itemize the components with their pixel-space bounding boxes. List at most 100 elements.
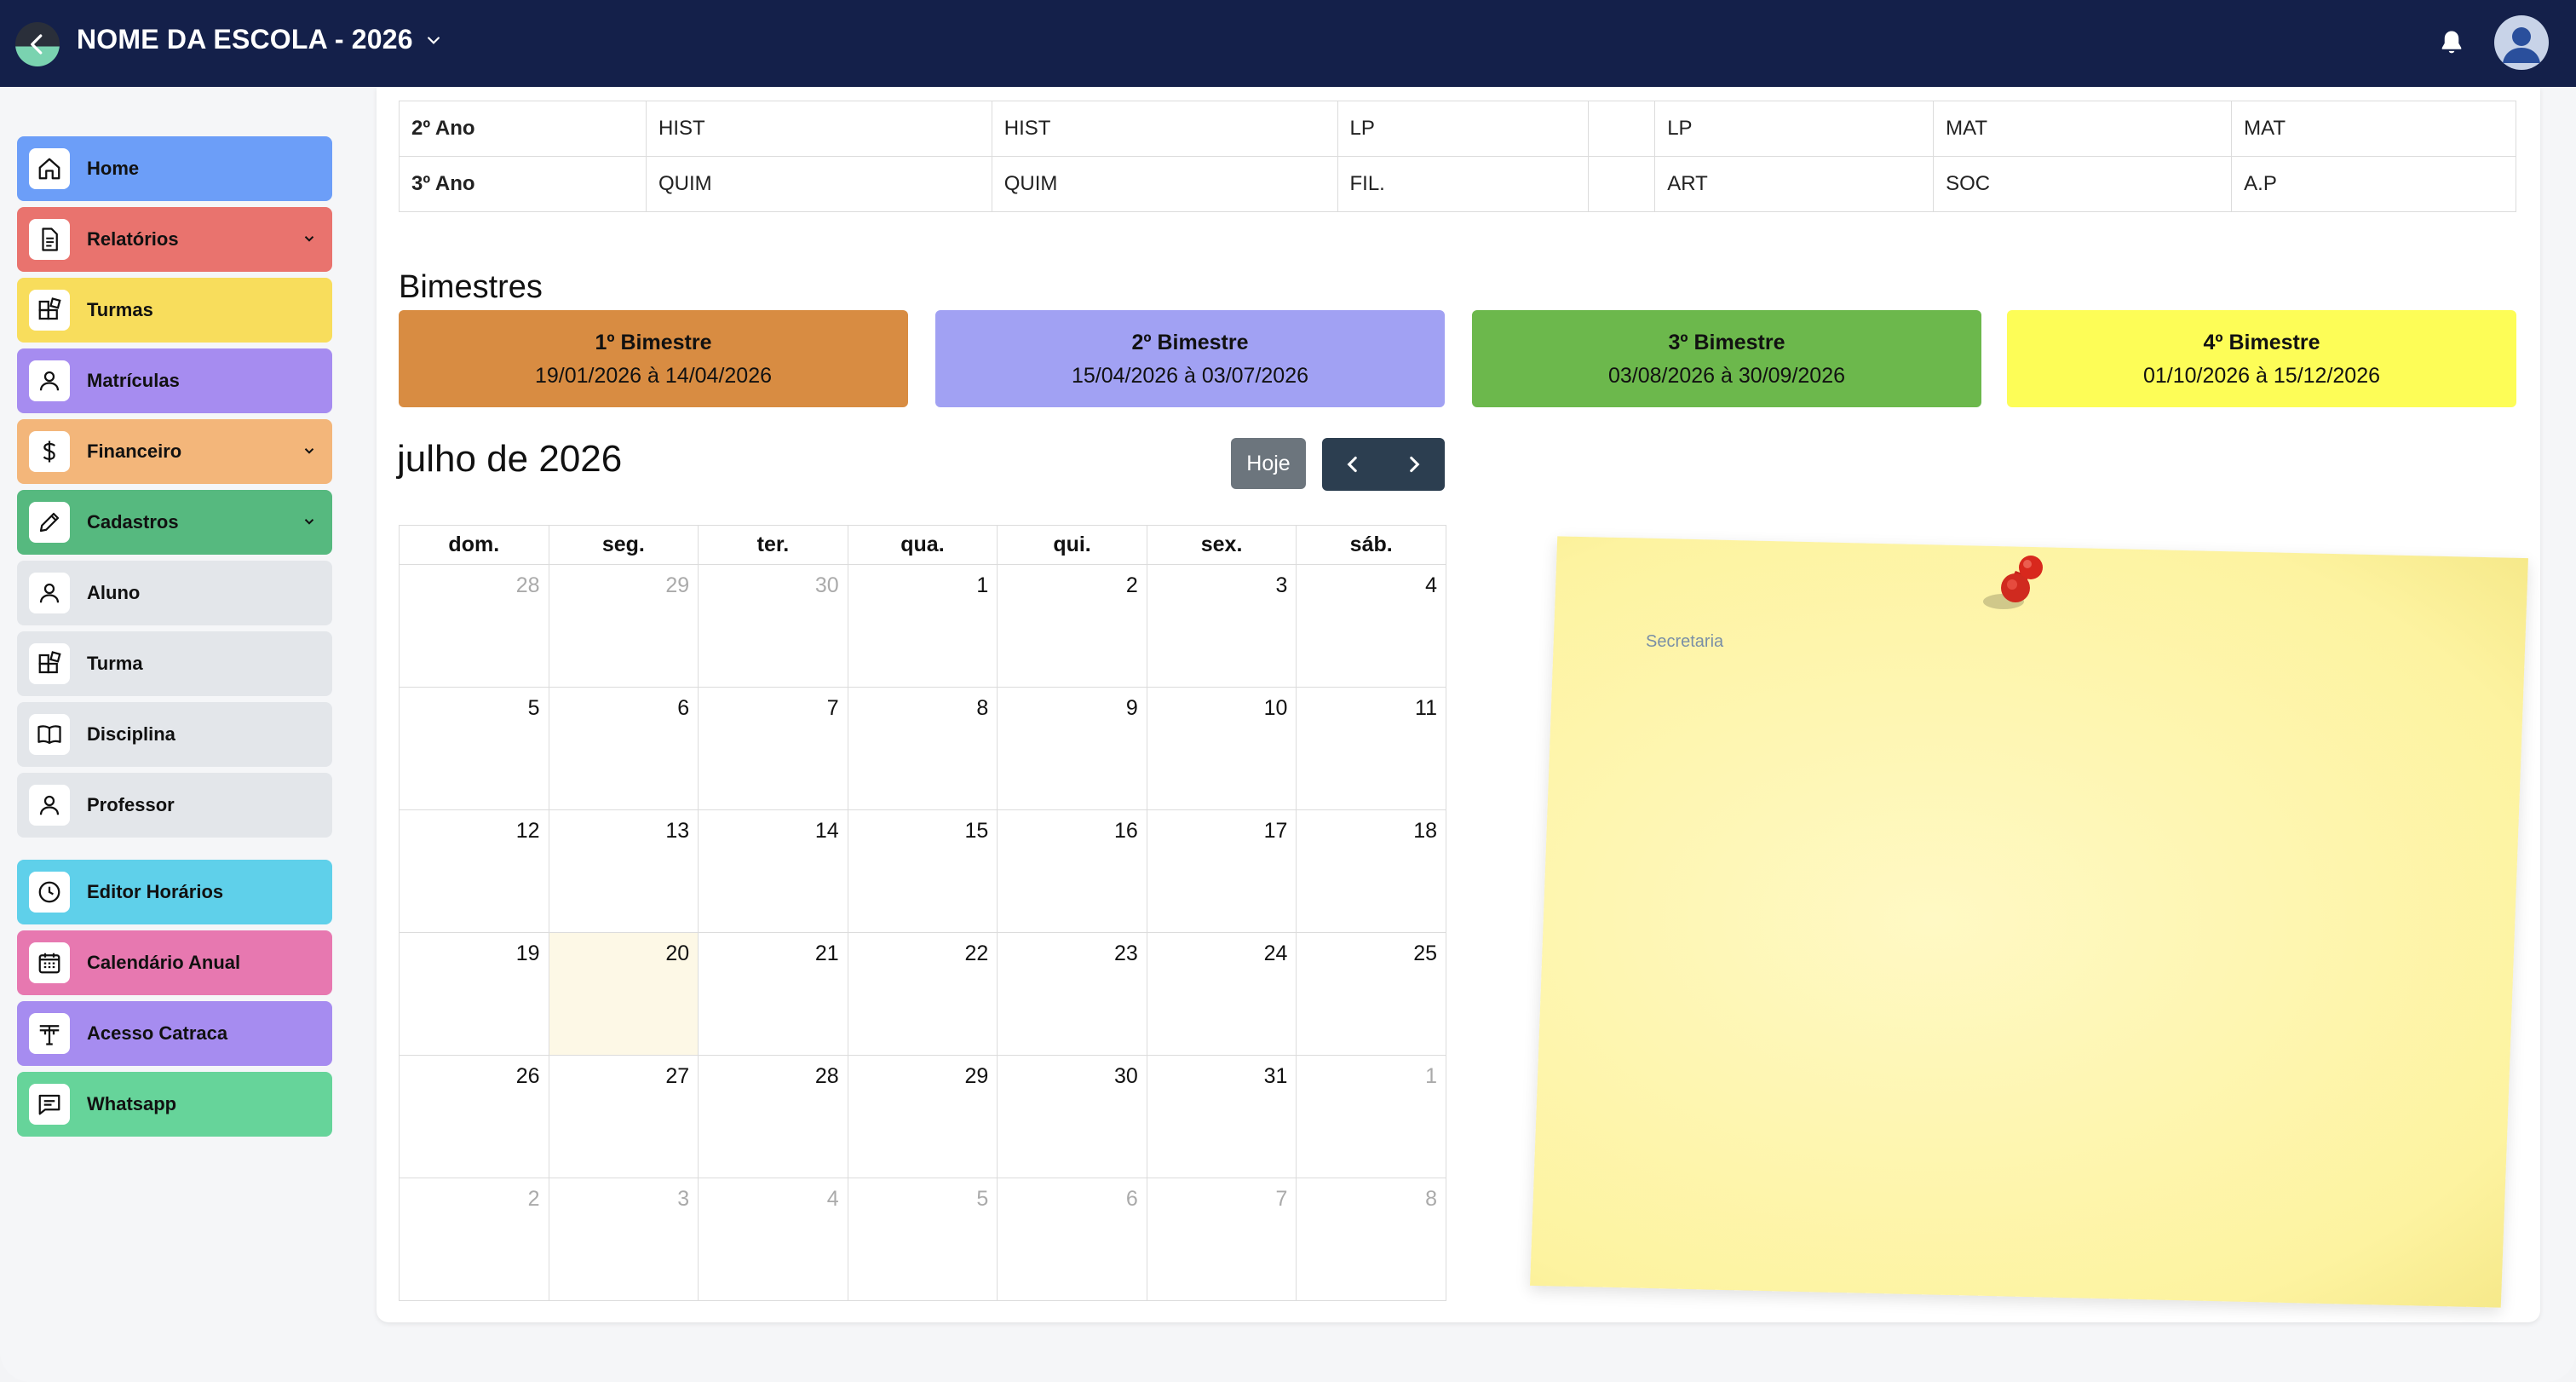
sidebar-item-editor-horarios[interactable]: Editor Horários <box>17 860 332 924</box>
app-title: NOME DA ESCOLA - 2026 <box>77 24 413 55</box>
calendar-day[interactable]: 10 <box>1146 687 1297 810</box>
table-cell: QUIM <box>991 156 1338 212</box>
calendar-day[interactable]: 18 <box>1296 809 1446 933</box>
calendar-day[interactable]: 23 <box>997 932 1147 1056</box>
document-icon <box>42 227 58 251</box>
calendar-day[interactable]: 12 <box>399 809 549 933</box>
calendar-day[interactable]: 29 <box>847 1055 998 1178</box>
sidebar-item-disciplina[interactable]: Disciplina <box>17 702 332 767</box>
table-cell <box>1587 101 1656 157</box>
pencil-icon <box>39 512 60 533</box>
calendar-day[interactable]: 15 <box>847 809 998 933</box>
calendar-day[interactable]: 26 <box>399 1055 549 1178</box>
sidebar-item-calendario-anual[interactable]: Calendário Anual <box>17 930 332 995</box>
bell-icon[interactable] <box>2436 27 2467 58</box>
sidebar-item-cadastros[interactable]: Cadastros <box>17 490 332 555</box>
sticky-note[interactable] <box>1530 536 2528 1308</box>
table-cell: MAT <box>1933 101 2233 157</box>
bimestre-card-3: 3º Bimestre 03/08/2026 à 30/09/2026 <box>1472 310 1981 407</box>
table-cell: HIST <box>646 101 992 157</box>
sidebar-item-whatsapp[interactable]: Whatsapp <box>17 1072 332 1137</box>
calendar-day[interactable]: 6 <box>548 687 699 810</box>
table-cell: LP <box>1654 101 1935 157</box>
calendar-day[interactable]: 31 <box>1146 1055 1297 1178</box>
sidebar-item-turma[interactable]: Turma <box>17 631 332 696</box>
weekday-header: dom. <box>399 525 549 565</box>
next-month-button[interactable] <box>1383 438 1445 491</box>
calendar-day[interactable]: 9 <box>997 687 1147 810</box>
clock-icon <box>38 881 60 903</box>
table-cell <box>1587 156 1656 212</box>
sidebar-item-label: Whatsapp <box>87 1093 177 1114</box>
calendar-day[interactable]: 14 <box>698 809 848 933</box>
sidebar-item-relatorios[interactable]: Relatórios <box>17 207 332 272</box>
calendar-day[interactable]: 1 <box>1296 1055 1446 1178</box>
sidebar-item-acesso-catraca[interactable]: Acesso Catraca <box>17 1001 332 1066</box>
top-bar: NOME DA ESCOLA - 2026 <box>0 0 2576 87</box>
calendar-day[interactable]: 3 <box>1146 564 1297 688</box>
calendar-day[interactable]: 22 <box>847 932 998 1056</box>
calendar-week: 28 29 30 1 2 3 4 <box>399 564 1446 688</box>
calendar-day[interactable]: 25 <box>1296 932 1446 1056</box>
calendar-day[interactable]: 6 <box>997 1178 1147 1301</box>
back-arrow-icon <box>31 34 43 55</box>
calendar-day[interactable]: 7 <box>698 687 848 810</box>
calendar-day[interactable]: 24 <box>1146 932 1297 1056</box>
bimestre-dates: 19/01/2026 à 14/04/2026 <box>534 364 773 388</box>
table-cell: QUIM <box>646 156 992 212</box>
sidebar-item-aluno[interactable]: Aluno <box>17 561 332 625</box>
icon-box <box>29 1084 70 1125</box>
user-icon <box>39 795 60 815</box>
chevron-down-icon <box>304 448 314 454</box>
calendar-day[interactable]: 29 <box>548 564 699 688</box>
sidebar-item-label: Financeiro <box>87 441 182 462</box>
sidebar-item-home[interactable]: Home <box>17 136 332 201</box>
calendar-day[interactable]: 19 <box>399 932 549 1056</box>
calendar-day[interactable]: 30 <box>997 1055 1147 1178</box>
sidebar-item-label: Turma <box>87 653 143 674</box>
calendar-week: 2 3 4 5 6 7 8 <box>399 1178 1446 1301</box>
calendar-day[interactable]: 17 <box>1146 809 1297 933</box>
sidebar-item-label: Acesso Catraca <box>87 1022 228 1044</box>
calendar-day-today[interactable]: 20 <box>548 932 699 1056</box>
weekday-header: sex. <box>1146 525 1297 565</box>
calendar-day[interactable]: 16 <box>997 809 1147 933</box>
calendar-day[interactable]: 2 <box>399 1178 549 1301</box>
table-cell: ART <box>1654 156 1935 212</box>
calendar-day[interactable]: 8 <box>1296 1178 1446 1301</box>
today-button[interactable]: Hoje <box>1231 438 1306 489</box>
school-selector[interactable]: NOME DA ESCOLA - 2026 <box>77 24 442 55</box>
sidebar-item-matriculas[interactable]: Matrículas <box>17 348 332 413</box>
table-row: 3º Ano QUIM QUIM FIL. ART SOC A.P <box>399 156 2516 212</box>
calendar-day[interactable]: 4 <box>1296 564 1446 688</box>
calendar-day[interactable]: 28 <box>698 1055 848 1178</box>
calendar-week: 5 6 7 8 9 10 11 <box>399 687 1446 810</box>
sidebar-item-professor[interactable]: Professor <box>17 773 332 838</box>
calendar-day[interactable]: 28 <box>399 564 549 688</box>
calendar-day[interactable]: 4 <box>698 1178 848 1301</box>
calendar-day[interactable]: 8 <box>847 687 998 810</box>
calendar-day[interactable]: 30 <box>698 564 848 688</box>
weekday-header: sáb. <box>1296 525 1446 565</box>
calendar-day[interactable]: 21 <box>698 932 848 1056</box>
calendar-day[interactable]: 3 <box>548 1178 699 1301</box>
sidebar: Home Relatórios Turmas Matrículas Financ… <box>17 136 332 1143</box>
calendar-day[interactable]: 5 <box>847 1178 998 1301</box>
calendar-day[interactable]: 2 <box>997 564 1147 688</box>
table-cell: SOC <box>1933 156 2233 212</box>
calendar-day[interactable]: 5 <box>399 687 549 810</box>
sidebar-item-financeiro[interactable]: Financeiro <box>17 419 332 484</box>
calendar-day[interactable]: 13 <box>548 809 699 933</box>
prev-month-button[interactable] <box>1322 438 1383 491</box>
calendar-day[interactable]: 27 <box>548 1055 699 1178</box>
sidebar-item-label: Turmas <box>87 299 153 320</box>
user-avatar[interactable] <box>2494 15 2549 70</box>
table-cell: A.P <box>2231 156 2516 212</box>
back-button[interactable] <box>15 22 60 66</box>
calendar-day[interactable]: 1 <box>847 564 998 688</box>
calendar-day[interactable]: 11 <box>1296 687 1446 810</box>
calendar-week: 19 20 21 22 23 24 25 <box>399 932 1446 1056</box>
calendar-day[interactable]: 7 <box>1146 1178 1297 1301</box>
sidebar-item-turmas[interactable]: Turmas <box>17 278 332 343</box>
bimestre-dates: 03/08/2026 à 30/09/2026 <box>1607 364 1846 388</box>
